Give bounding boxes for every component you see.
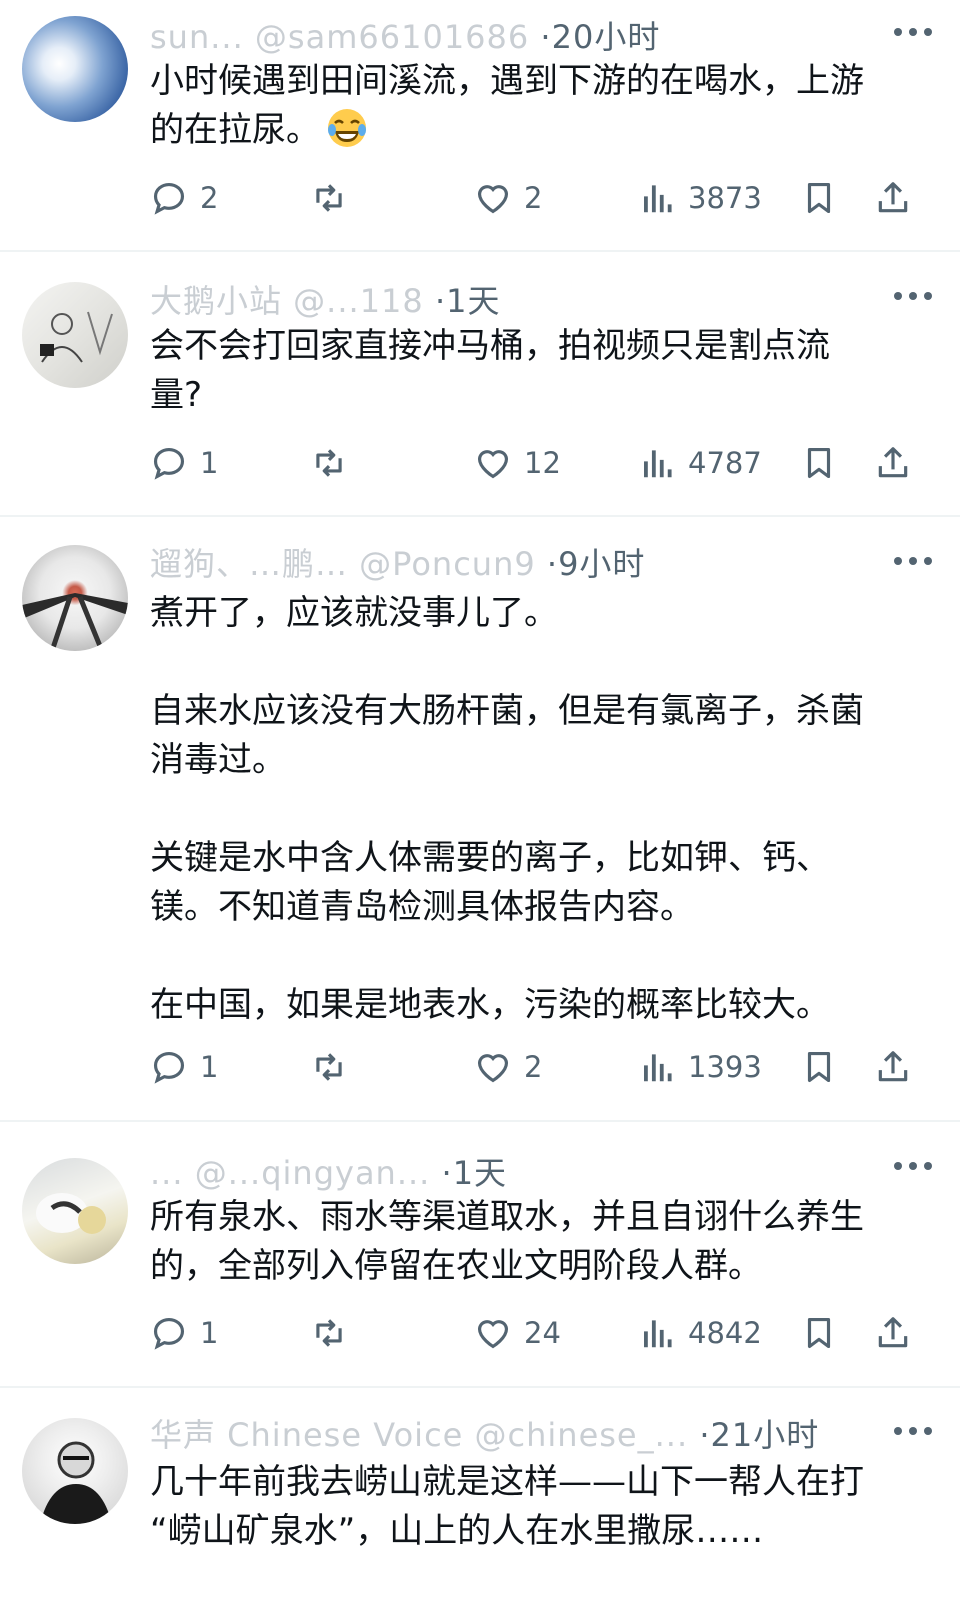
views-button[interactable]: 1393: [638, 1043, 762, 1091]
views-button[interactable]: 3873: [638, 174, 762, 222]
more-icon[interactable]: [894, 26, 934, 38]
heart-icon: [477, 1320, 509, 1349]
share-icon: [878, 447, 908, 478]
action-bar: 1 24 4842: [150, 1309, 940, 1357]
reply-button[interactable]: 1: [150, 1043, 218, 1091]
views-icon: [644, 1320, 672, 1348]
repost-icon: [316, 1319, 342, 1347]
post-3[interactable]: 遛狗、…鹏… @Poncun9 ·9小时 煮开了，应该就没事儿了。 自来水应该没…: [0, 517, 960, 1122]
more-icon[interactable]: [894, 1160, 934, 1172]
post-author[interactable]: sun... @sam66101686 ·20小时: [150, 12, 660, 58]
repost-button[interactable]: [310, 1309, 348, 1357]
views-icon: [644, 450, 672, 478]
repost-icon: [316, 449, 342, 477]
post-time[interactable]: 1天: [453, 1154, 507, 1192]
bookmark-button[interactable]: [800, 1043, 838, 1091]
reply-button[interactable]: 1: [150, 439, 218, 487]
repost-button[interactable]: [310, 174, 348, 222]
bookmark-icon: [807, 1317, 831, 1349]
portrait-image: [40, 1441, 112, 1524]
like-button[interactable]: 24: [474, 1309, 561, 1357]
share-button[interactable]: [874, 1309, 912, 1357]
share-icon: [878, 1051, 908, 1082]
reply-button[interactable]: 1: [150, 1309, 218, 1357]
views-button[interactable]: 4842: [638, 1309, 762, 1357]
views-button[interactable]: 4787: [638, 439, 762, 487]
avatar[interactable]: [22, 545, 128, 651]
heart-icon: [477, 1054, 509, 1083]
more-icon[interactable]: [894, 290, 934, 302]
post-author[interactable]: ... @...qingyan... ·1天: [150, 1148, 507, 1194]
bookmark-button[interactable]: [800, 174, 838, 222]
photo-image: [36, 1193, 106, 1234]
post-text: 煮开了，应该就没事儿了。 自来水应该没有大肠杆菌，但是有氯离子，杀菌 消毒过。 …: [150, 593, 864, 1025]
action-bar: 1 12 4787: [150, 439, 940, 487]
like-button[interactable]: 12: [474, 439, 561, 487]
post-time[interactable]: 9小时: [558, 545, 645, 583]
reply-icon: [153, 1317, 185, 1350]
post-time[interactable]: 1天: [446, 282, 500, 320]
post-5[interactable]: 华声 Chinese Voice @chinese_... ·21小时 几十年前…: [0, 1388, 960, 1603]
post-author[interactable]: 遛狗、…鹏… @Poncun9 ·9小时: [150, 539, 645, 585]
post-time[interactable]: 20小时: [552, 18, 661, 56]
repost-icon: [316, 1053, 342, 1081]
reply-icon: [153, 447, 185, 480]
views-icon: [644, 1054, 672, 1082]
post-text: 会不会打回家直接冲马桶，拍视频只是割点流 量?: [150, 326, 830, 415]
more-icon[interactable]: [894, 1425, 934, 1437]
avatar[interactable]: [22, 1418, 128, 1524]
post-1[interactable]: sun... @sam66101686 ·20小时 小时候遇到田间溪流，遇到下游…: [0, 0, 960, 252]
post-text: 所有泉水、雨水等渠道取水，并且自诩什么养生 的，全部列入停留在农业文明阶段人群。: [150, 1197, 864, 1286]
reply-icon: [153, 182, 185, 215]
repost-button[interactable]: [310, 439, 348, 487]
avatar[interactable]: [22, 282, 128, 388]
share-button[interactable]: [874, 174, 912, 222]
repost-icon: [316, 184, 342, 212]
share-button[interactable]: [874, 439, 912, 487]
heart-icon: [477, 185, 509, 214]
post-2[interactable]: 大鹅小站 @...118 ·1天 会不会打回家直接冲马桶，拍视频只是割点流 量?…: [0, 252, 960, 517]
reply-icon: [153, 1051, 185, 1084]
share-button[interactable]: [874, 1043, 912, 1091]
bookmark-icon: [807, 182, 831, 214]
action-bar: 2 2 3873: [150, 174, 940, 222]
repost-button[interactable]: [310, 1043, 348, 1091]
bookmark-icon: [807, 447, 831, 479]
post-text: 几十年前我去崂山就是这样——山下一帮人在打 “崂山矿泉水”，山上的人在水里撒尿……: [150, 1462, 864, 1551]
post-text: 小时候遇到田间溪流，遇到下游的在喝水，上游 的在拉尿。: [150, 61, 864, 150]
post-time[interactable]: 21小时: [710, 1416, 819, 1454]
bookmark-button[interactable]: [800, 1309, 838, 1357]
more-icon[interactable]: [894, 555, 934, 567]
bookmark-button[interactable]: [800, 439, 838, 487]
views-icon: [644, 185, 672, 213]
laughing-tears-emoji: [328, 109, 366, 147]
post-4[interactable]: ... @...qingyan... ·1天 所有泉水、雨水等渠道取水，并且自诩…: [0, 1122, 960, 1388]
reply-button[interactable]: 2: [150, 174, 218, 222]
heart-icon: [477, 450, 509, 479]
share-icon: [878, 182, 908, 213]
photo-image: [22, 593, 128, 651]
like-button[interactable]: 2: [474, 1043, 542, 1091]
post-author[interactable]: 大鹅小站 @...118 ·1天: [150, 276, 501, 322]
share-icon: [878, 1317, 908, 1348]
avatar[interactable]: [22, 16, 128, 122]
sketch-image: [40, 311, 113, 363]
action-bar: 1 2 1393: [150, 1043, 940, 1091]
post-author[interactable]: 华声 Chinese Voice @chinese_... ·21小时: [150, 1410, 819, 1456]
bookmark-icon: [807, 1051, 831, 1083]
avatar[interactable]: [22, 1158, 128, 1264]
like-button[interactable]: 2: [474, 174, 542, 222]
